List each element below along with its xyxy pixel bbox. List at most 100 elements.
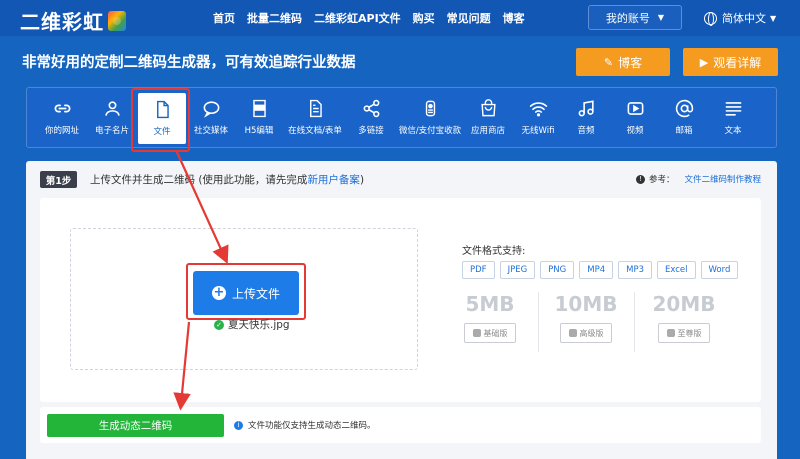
site-logo[interactable]: 二维彩虹 xyxy=(20,6,126,35)
watch-tutorial-button[interactable]: ▶ 观看详解 xyxy=(683,48,778,76)
chevron-down-icon: ▼ xyxy=(657,13,665,22)
cat-h5-editor[interactable]: H5编辑 xyxy=(235,88,283,149)
check-circle-icon: ✓ xyxy=(214,319,224,330)
logo-mark-icon xyxy=(108,10,126,31)
cat-label: 在线文档/表单 xyxy=(288,126,342,136)
info-icon: ! xyxy=(635,174,645,184)
tier-plan-badge[interactable]: 高级版 xyxy=(560,323,612,343)
main-nav: 首页 批量二维码 二维彩虹API文件 购买 常见问题 博客 xyxy=(213,0,537,36)
cat-payment[interactable]: 微信/支付宝收款 xyxy=(398,88,462,149)
at-sign-icon xyxy=(675,99,693,118)
tier-plan-label: 高级版 xyxy=(579,328,604,338)
format-tag: MP3 xyxy=(618,261,652,279)
generate-note-text: 文件功能仅支持生成动态二维码。 xyxy=(248,421,376,431)
text-lines-icon xyxy=(725,102,741,116)
play-icon: ▶ xyxy=(699,55,709,69)
nav-blog[interactable]: 博客 xyxy=(503,10,525,26)
wifi-icon xyxy=(529,102,547,117)
cat-multi-link[interactable]: 多链接 xyxy=(347,88,395,149)
cat-label: 文本 xyxy=(724,126,742,136)
tier-basic: 5MB 基础版 xyxy=(442,292,538,343)
file-category-highlight xyxy=(131,88,190,152)
cat-online-doc[interactable]: 在线文档/表单 xyxy=(288,88,342,149)
format-tag: PDF xyxy=(462,261,495,279)
tier-plan-label: 基础版 xyxy=(483,328,508,338)
cat-wifi[interactable]: 无线Wifi xyxy=(514,88,562,149)
tier-size: 20MB xyxy=(652,292,716,316)
document-icon xyxy=(309,99,322,118)
nav-batch-qrcode[interactable]: 批量二维码 xyxy=(247,10,302,26)
chevron-down-icon: ▼ xyxy=(770,13,777,23)
tier-size: 10MB xyxy=(554,292,618,316)
file-dropzone[interactable]: + 上传文件 ✓ 夏天快乐.jpg xyxy=(70,228,418,370)
reference: ! 参考： 文件二维码制作教程 xyxy=(635,173,761,185)
formats-title: 文件格式支持: xyxy=(462,246,526,257)
cat-label: 电子名片 xyxy=(94,126,129,136)
step-text-prefix: 上传文件并生成二维码 (使用此功能，请先完成 xyxy=(90,174,308,186)
video-play-icon xyxy=(627,102,643,115)
uploaded-file-name: 夏天快乐.jpg xyxy=(228,319,290,331)
tier-divider xyxy=(634,292,635,352)
language-label: 简体中文 xyxy=(722,12,766,25)
tier-plan-badge[interactable]: 至尊版 xyxy=(658,323,710,343)
tier-plan-badge[interactable]: 基础版 xyxy=(464,323,516,343)
html-icon xyxy=(252,99,266,118)
cat-label: 视频 xyxy=(626,126,644,136)
nav-purchase[interactable]: 购买 xyxy=(413,10,435,26)
tier-advanced: 10MB 高级版 xyxy=(538,292,634,343)
cat-label: H5编辑 xyxy=(244,126,274,136)
cat-video[interactable]: 视频 xyxy=(611,88,659,149)
person-icon xyxy=(104,101,120,116)
plan-icon xyxy=(568,329,577,337)
nav-faq[interactable]: 常见问题 xyxy=(447,10,491,26)
upload-panel: 第1步 上传文件并生成二维码 (使用此功能，请先完成新用户备案) ! 参考： 文… xyxy=(26,161,777,459)
generate-bar: 生成动态二维码 i 文件功能仅支持生成动态二维码。 xyxy=(40,407,761,443)
register-link[interactable]: 新用户备案 xyxy=(307,174,360,186)
cat-label: 社交媒体 xyxy=(193,126,228,136)
cat-label: 应用商店 xyxy=(470,126,505,136)
info-icon: i xyxy=(234,420,243,430)
account-button[interactable]: 我的账号 ▼ xyxy=(588,5,682,30)
globe-icon xyxy=(704,11,717,26)
music-note-icon xyxy=(578,100,594,117)
cat-email[interactable]: 邮箱 xyxy=(660,88,708,149)
cat-audio[interactable]: 音频 xyxy=(562,88,610,149)
step-text-suffix: ) xyxy=(359,174,365,186)
blog-button[interactable]: ✎ 博客 xyxy=(576,48,670,76)
page-title: 非常好用的定制二维码生成器，可有效追踪行业数据 xyxy=(22,55,356,71)
nav-api-docs[interactable]: 二维彩虹API文件 xyxy=(314,10,401,26)
tier-plan-label: 至尊版 xyxy=(677,328,702,338)
step-badge: 第1步 xyxy=(40,171,77,188)
logo-text: 二维彩虹 xyxy=(20,10,104,34)
store-bag-icon xyxy=(480,99,496,117)
language-selector[interactable]: 简体中文 ▼ xyxy=(704,10,776,26)
tier-premium: 20MB 至尊版 xyxy=(636,292,732,343)
nav-home[interactable]: 首页 xyxy=(213,10,235,26)
format-tag: Word xyxy=(700,261,739,279)
cat-label: 微信/支付宝收款 xyxy=(398,126,462,136)
uploaded-file: ✓ 夏天快乐.jpg xyxy=(214,317,290,332)
format-tag: PNG xyxy=(540,261,575,279)
generate-note: i 文件功能仅支持生成动态二维码。 xyxy=(234,419,376,431)
format-list: PDF JPEG PNG MP4 MP3 Excel Word xyxy=(462,261,743,279)
cat-text[interactable]: 文本 xyxy=(709,88,757,149)
blog-button-label: 博客 xyxy=(618,55,643,70)
cat-vcard[interactable]: 电子名片 xyxy=(88,88,136,149)
tutorial-link[interactable]: 文件二维码制作教程 xyxy=(684,173,761,185)
plan-icon xyxy=(472,329,481,337)
edit-icon: ✎ xyxy=(603,55,614,69)
cat-label: 你的网址 xyxy=(44,126,79,136)
generate-dynamic-qrcode-button[interactable]: 生成动态二维码 xyxy=(47,414,224,437)
ref-label: 参考： xyxy=(648,175,675,185)
cat-url[interactable]: 你的网址 xyxy=(38,88,86,149)
cat-social-media[interactable]: 社交媒体 xyxy=(187,88,235,149)
share-icon xyxy=(363,99,379,118)
format-tag: JPEG xyxy=(499,261,536,279)
link-icon xyxy=(54,104,70,113)
chat-bubble-icon xyxy=(203,101,219,118)
cat-app-store[interactable]: 应用商店 xyxy=(464,88,512,149)
tier-size: 5MB xyxy=(465,292,515,316)
cat-label: 音频 xyxy=(577,126,595,136)
cat-label: 多链接 xyxy=(358,126,384,136)
upload-button-highlight xyxy=(186,263,306,320)
